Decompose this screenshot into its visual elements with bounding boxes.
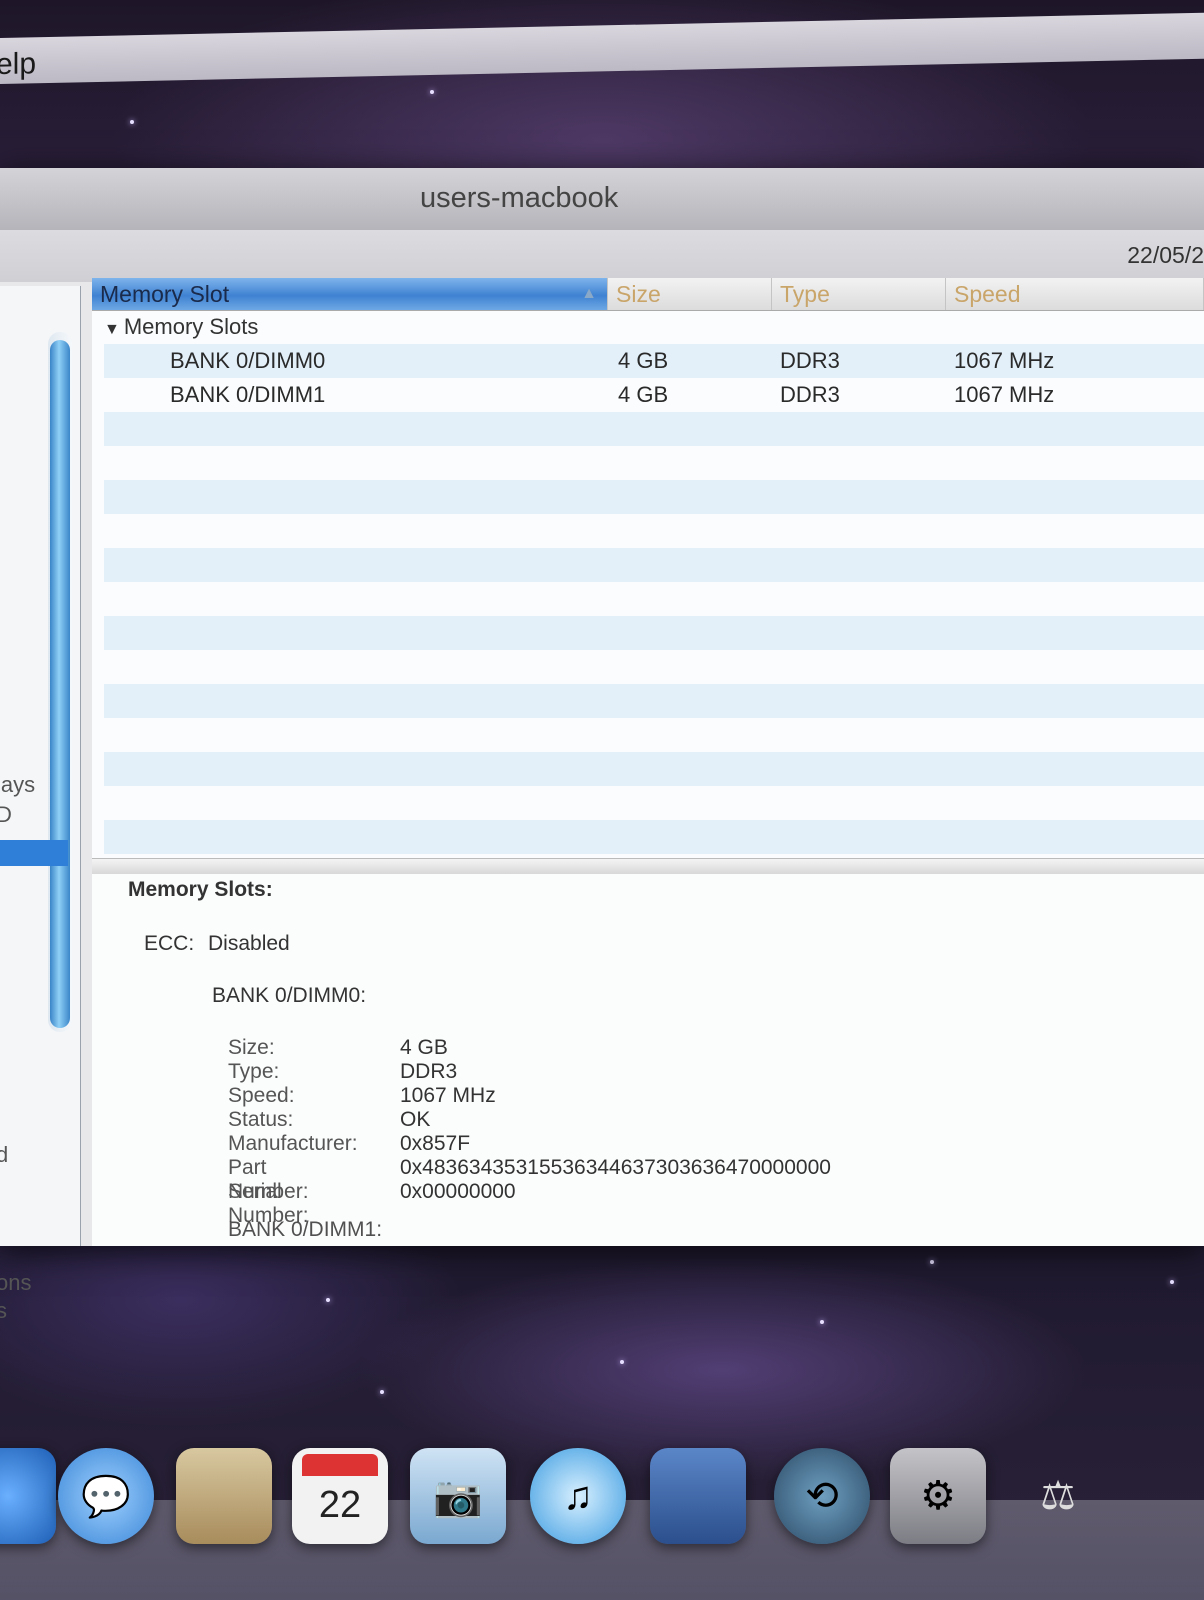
spaces-icon[interactable] (650, 1448, 746, 1544)
sidebar-item-displays[interactable]: lays (0, 772, 35, 798)
cell-speed: 1067 MHz (954, 382, 1055, 407)
sidebar: lays D d ons s (0, 286, 81, 1323)
table-header: Memory Slot ▲ Size Type Speed (92, 278, 1204, 311)
ecc-value: Disabled (208, 932, 290, 955)
column-header-speed[interactable]: Speed (946, 278, 1204, 310)
calendar-day: 22 (318, 1483, 362, 1526)
system-profiler-icon[interactable]: ⚖ (1010, 1448, 1106, 1544)
toolbar: 22/05/2 (0, 230, 1204, 282)
ichat-icon[interactable]: 💬 (58, 1448, 154, 1544)
calendar-header (302, 1454, 378, 1476)
bank-title: BANK 0/DIMM1: (228, 1218, 383, 1241)
cell-speed: 1067 MHz (954, 348, 1055, 373)
table-row[interactable]: BANK 0/DIMM0 4 GB DDR3 1067 MHz (104, 344, 1204, 378)
bank-title: BANK 0/DIMM0: (212, 984, 367, 1007)
column-header-memory-slot[interactable]: Memory Slot ▲ (92, 278, 608, 310)
sidebar-item-fragment[interactable]: D (0, 802, 12, 828)
column-header-size[interactable]: Size (608, 278, 772, 310)
column-header-type[interactable]: Type (772, 278, 946, 310)
sidebar-item-fragment[interactable]: s (0, 1298, 7, 1324)
cell-type: DDR3 (780, 348, 840, 373)
ecc-label: ECC: (144, 932, 195, 955)
iphoto-icon[interactable]: 📷 (410, 1448, 506, 1544)
itunes-icon[interactable]: ♫ (530, 1448, 626, 1544)
cell-size: 4 GB (618, 382, 669, 407)
table-row[interactable]: BANK 0/DIMM1 4 GB DDR3 1067 MHz (104, 378, 1204, 412)
empty-row (104, 412, 1204, 446)
title-bar[interactable]: users-macbook (0, 168, 1204, 230)
empty-row (104, 820, 1204, 854)
window-title: users-macbook (420, 182, 619, 214)
time-machine-icon[interactable]: ⟲ (774, 1448, 870, 1544)
system-preferences-icon[interactable]: ⚙ (890, 1448, 986, 1544)
empty-row (104, 752, 1204, 786)
empty-row (104, 480, 1204, 514)
cell-slot: BANK 0/DIMM0 (170, 348, 326, 373)
menu-help[interactable]: elp (0, 47, 36, 82)
sidebar-item-fragment[interactable]: d (0, 1142, 8, 1168)
safari-icon[interactable] (0, 1448, 56, 1544)
detail-pane: Memory Slots: ECC: Disabled BANK 0/DIMM0… (92, 874, 1204, 1246)
sidebar-item-fragment[interactable]: ons (0, 1270, 31, 1296)
empty-row (104, 616, 1204, 650)
empty-row (104, 684, 1204, 718)
group-row-memory-slots[interactable]: ▼ Memory Slots (104, 310, 1204, 344)
cell-size: 4 GB (618, 348, 669, 373)
sidebar-scrollbar-thumb[interactable] (50, 340, 70, 1028)
system-profiler-window: users-macbook 22/05/2 lays D d ons s Mem… (0, 168, 1204, 1323)
disclosure-triangle-icon[interactable]: ▼ (104, 313, 120, 347)
memory-table: Memory Slot ▲ Size Type Speed ▼ Memory Sl… (92, 278, 1204, 858)
detail-heading: Memory Slots: (128, 878, 273, 901)
cell-slot: BANK 0/DIMM1 (170, 382, 326, 407)
group-label: Memory Slots (123, 314, 259, 339)
cell-type: DDR3 (780, 382, 840, 407)
report-date: 22/05/2 (1127, 242, 1204, 268)
sidebar-selected-item-memory[interactable] (0, 840, 68, 866)
address-book-icon[interactable] (176, 1448, 272, 1544)
column-header-label: Memory Slot (100, 281, 230, 307)
ical-icon[interactable]: 22 (292, 1448, 388, 1544)
empty-row (104, 548, 1204, 582)
sort-ascending-icon: ▲ (581, 285, 597, 302)
